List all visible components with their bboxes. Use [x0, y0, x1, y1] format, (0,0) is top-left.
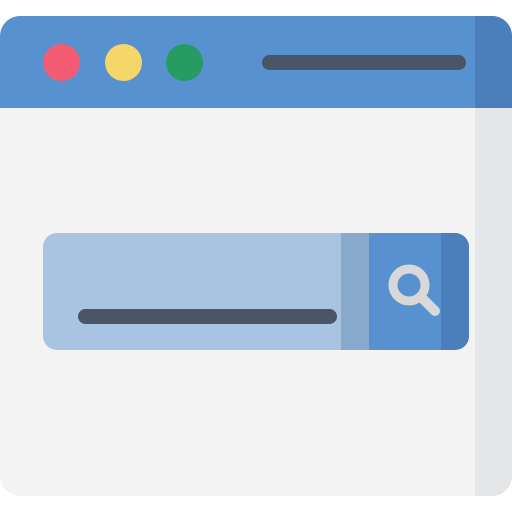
title-bar-shade — [475, 16, 512, 108]
address-bar[interactable] — [262, 55, 466, 70]
search-button[interactable] — [369, 233, 469, 350]
content-edge-shade — [475, 108, 512, 496]
search-icon — [388, 264, 440, 316]
search-box — [43, 233, 469, 350]
search-query-placeholder — [78, 309, 337, 324]
search-divider — [341, 233, 369, 350]
close-button[interactable] — [43, 44, 80, 81]
search-input[interactable] — [43, 233, 353, 350]
title-bar — [0, 16, 512, 108]
maximize-button[interactable] — [166, 44, 203, 81]
minimize-button[interactable] — [105, 44, 142, 81]
